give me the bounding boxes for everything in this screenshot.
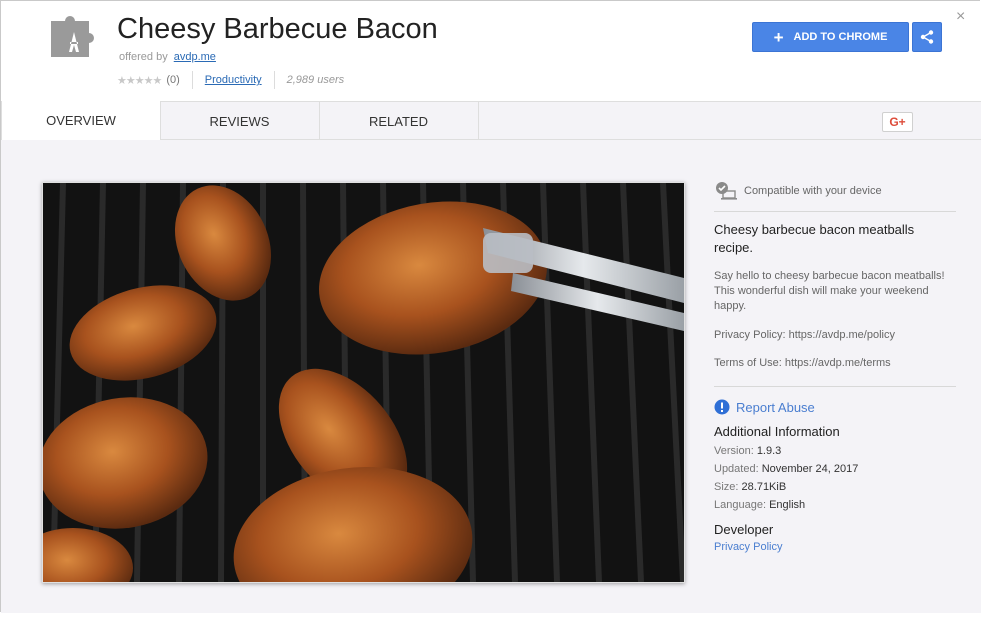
exclamation-circle-icon [714,399,730,415]
extension-screenshot[interactable] [42,182,685,583]
developer-privacy-link[interactable]: Privacy Policy [714,541,956,553]
details-sidebar: Compatible with your device Cheesy barbe… [714,180,956,553]
add-to-chrome-label: ADD TO CHROME [793,31,888,43]
puzzle-piece-icon [51,15,94,57]
share-icon [920,30,934,44]
plus-icon: + [773,27,784,47]
tab-related[interactable]: RELATED [319,101,479,141]
compatibility-notice: Compatible with your device [714,180,956,202]
updated-label: Updated: [714,463,759,475]
extension-header: Cheesy Barbecue Bacon offered by avdp.me … [1,1,981,101]
extension-dialog: Cheesy Barbecue Bacon offered by avdp.me … [0,0,981,613]
share-button[interactable] [912,22,942,52]
divider [273,71,275,89]
extension-title: Cheesy Barbecue Bacon [117,13,438,45]
rating-count[interactable]: (0) [166,74,179,86]
additional-info-title: Additional Information [714,424,840,439]
developer-title: Developer [714,522,774,537]
description-body: Say hello to cheesy barbecue bacon meatb… [714,270,945,312]
tab-reviews[interactable]: REVIEWS [160,101,320,141]
grilled-chicken-photo [43,183,684,582]
version-label: Version: [714,445,754,457]
terms-of-use-text: Terms of Use: https://avdp.me/terms [714,357,891,369]
report-abuse-link[interactable]: Report Abuse [714,396,956,418]
rating-stars[interactable]: ★★★★★ [117,74,162,87]
version-row: Version: 1.9.3 [714,445,956,457]
divider [191,71,193,89]
extension-meta: ★★★★★ (0) Productivity 2,989 users [117,71,344,89]
version-value: 1.9.3 [756,445,782,457]
updated-row: Updated: November 24, 2017 [714,463,956,475]
size-row: Size: 28.71KiB [714,481,956,493]
google-plus-button[interactable]: G+ [882,112,913,132]
report-abuse-label: Report Abuse [736,399,815,415]
overview-panel: Compatible with your device Cheesy barbe… [1,140,981,613]
size-label: Size: [714,481,739,493]
size-value: 28.71KiB [741,481,787,493]
description-title: Cheesy barbecue bacon meatballs recipe. [714,222,915,255]
language-row: Language: English [714,499,956,511]
updated-value: November 24, 2017 [761,463,859,475]
device-check-icon [716,182,737,200]
tab-bar: OVERVIEW REVIEWS RELATED G+ [1,101,981,141]
privacy-policy-text: Privacy Policy: https://avdp.me/policy [714,329,895,341]
divider [714,386,956,387]
divider [714,211,956,212]
offered-by: offered by avdp.me [119,51,216,63]
compatibility-text: Compatible with your device [744,185,882,197]
tab-overview[interactable]: OVERVIEW [1,101,161,141]
language-label: Language: [714,499,766,511]
add-to-chrome-button[interactable]: + ADD TO CHROME [752,22,909,52]
category-link[interactable]: Productivity [205,74,262,86]
offered-by-label: offered by [119,51,168,63]
close-icon[interactable]: × [956,9,965,25]
user-count: 2,989 users [286,74,345,86]
language-value: English [769,499,806,511]
offered-by-link[interactable]: avdp.me [174,51,216,63]
